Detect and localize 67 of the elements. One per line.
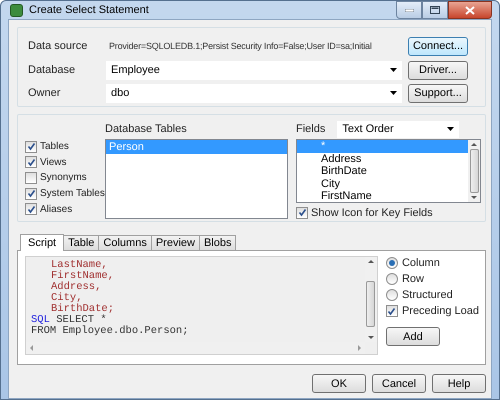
radio-label: Structured [402,289,453,301]
radio-button[interactable] [386,289,398,301]
radio-button[interactable] [386,273,398,285]
dialog-button[interactable]: Cancel [372,374,426,393]
dialog-button[interactable]: Help [432,374,486,393]
scrollbar[interactable] [468,140,480,202]
connection-button[interactable]: Driver... [408,60,468,80]
checkbox[interactable] [296,206,308,219]
code-line: City, [50,293,83,304]
connection-button[interactable]: Connect... [408,36,468,56]
script-editor[interactable]: LastName, FirstName, Address, City, BirthDate; SQL SELECT * FROM Employee.dbo.Person; [25,256,378,355]
tab[interactable]: Script [20,234,64,251]
add-button[interactable]: Add [386,327,440,346]
close-button[interactable] [448,1,492,19]
checkbox-label: Aliases [40,204,72,215]
maximize-button[interactable] [422,1,448,19]
code-line: BirthDate; [50,304,116,315]
list-item[interactable]: City [297,178,468,190]
list-item[interactable]: BirthDate [297,165,468,178]
code-line: FROM Employee.dbo.Person; [31,326,190,337]
checkbox-label: Tables [40,141,69,152]
caret-icon [390,68,397,72]
code-line: SQL SELECT * [31,315,107,326]
checkmark-icon [298,208,306,218]
checkbox[interactable] [25,140,37,153]
tab[interactable]: Columns [98,235,152,250]
scrollbar[interactable] [364,257,377,342]
tab[interactable]: Blobs [198,235,236,250]
dialog-button[interactable]: OK [312,374,366,393]
checkbox-label: Synonyms [40,172,87,184]
checkbox[interactable] [25,156,37,168]
checkbox-label: Show Icon for Key Fields [311,206,433,219]
list-item[interactable]: Address [297,152,468,166]
tab[interactable]: Preview [150,235,200,250]
caret-icon [390,91,397,95]
code-line: FirstName, [50,271,116,282]
radio-label: Row [402,273,424,285]
checkbox[interactable] [386,305,398,317]
checkbox-label: Preceding Load [402,305,479,317]
app-icon [10,4,23,16]
minimize-button[interactable] [396,1,422,19]
sort-dropdown[interactable]: Text Order [337,120,460,138]
checkbox[interactable] [25,203,37,216]
maximize-icon [430,6,440,14]
field-label: Owner [28,87,62,99]
checkbox[interactable] [25,172,37,184]
window-title: Create Select Statement [29,4,150,16]
radio-button[interactable] [386,257,398,269]
close-icon [465,6,475,14]
checkbox-label: Views [40,156,66,168]
checkmark-icon [387,306,396,316]
checkbox-label: System Tables [40,188,105,200]
list-heading: Database Tables [105,123,188,135]
field-label: Data source [28,40,88,52]
code-line: LastName, [50,260,108,271]
connection-button[interactable]: Support... [408,84,468,102]
code-line: Address, [50,282,102,293]
database-dropdown[interactable]: Employee [106,60,402,80]
minimize-icon [404,8,414,12]
caret-icon [447,127,454,131]
owner-dropdown[interactable]: dbo [106,84,402,102]
field-label: Database [28,64,76,76]
tab[interactable]: Table [63,235,100,250]
checkbox[interactable] [25,188,37,200]
radio-label: Column [402,257,440,269]
list-item[interactable]: FirstName [297,190,468,202]
fields-label: Fields [296,123,326,135]
